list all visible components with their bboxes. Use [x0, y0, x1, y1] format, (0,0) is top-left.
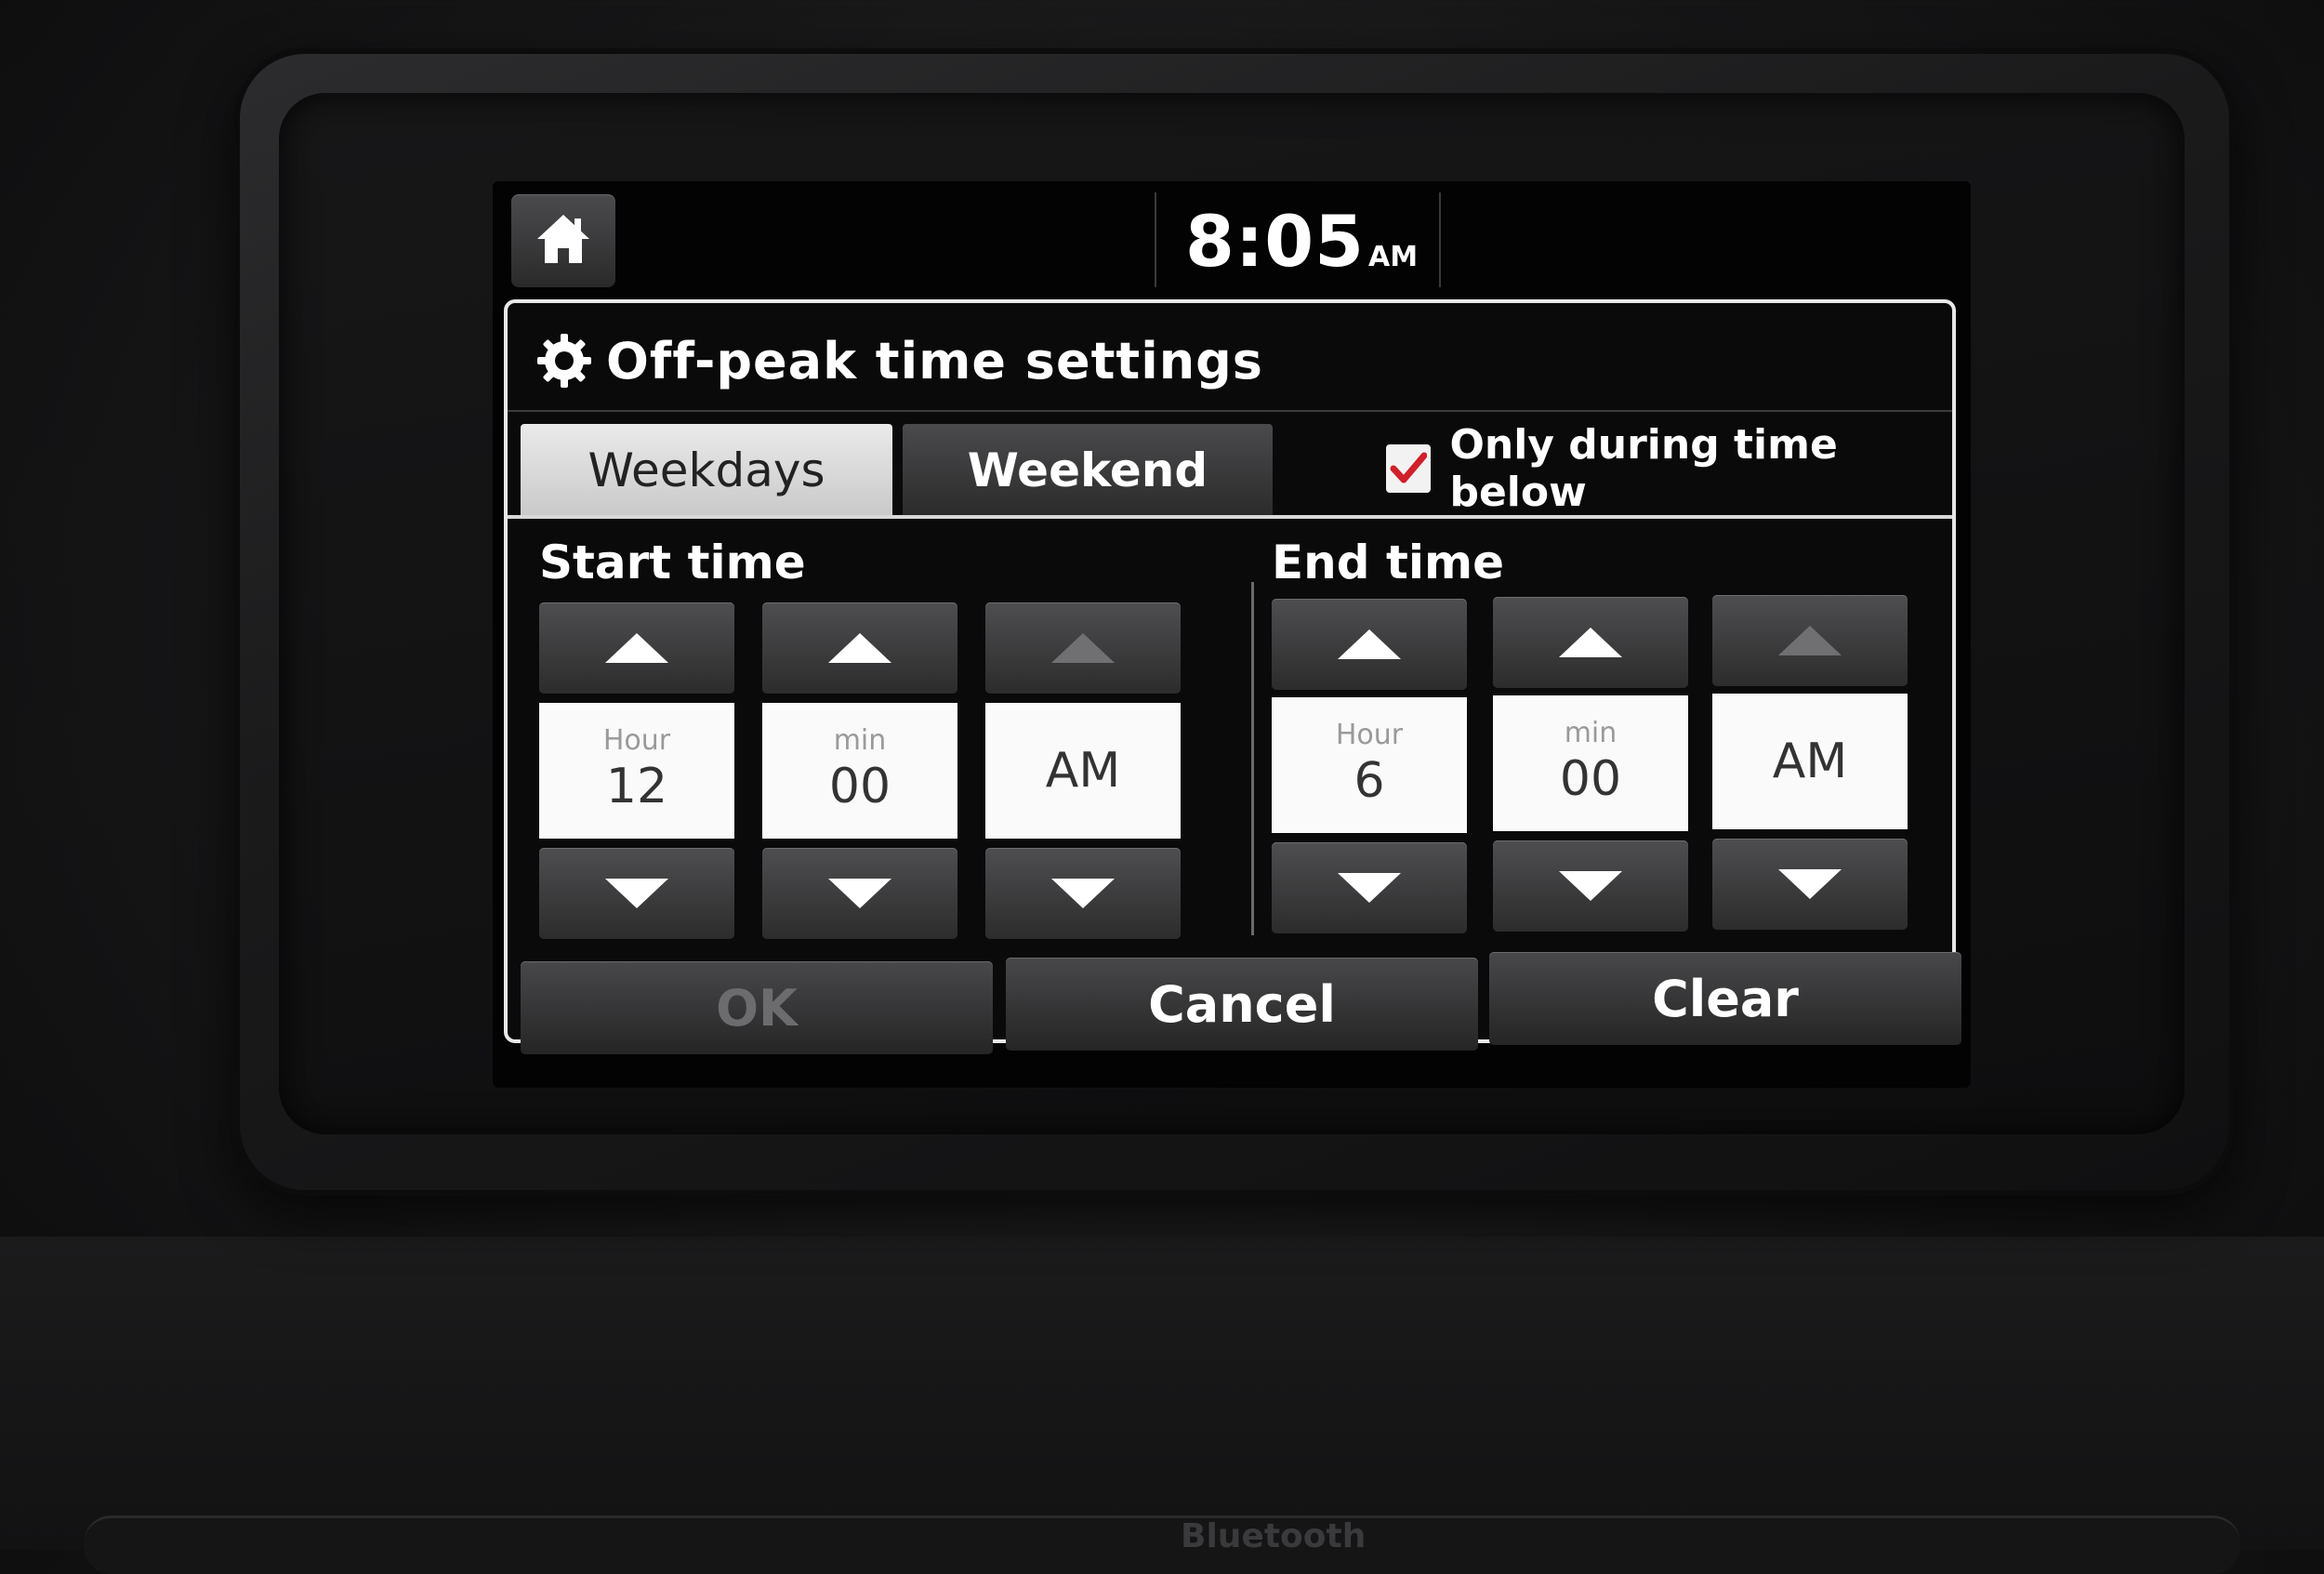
- start-min-caption: min: [833, 724, 887, 757]
- clear-button[interactable]: Clear: [1489, 952, 1961, 1045]
- dialog-title-text: Off-peak time settings: [606, 331, 1263, 390]
- arrow-up-icon: [1778, 626, 1842, 655]
- end-time-label: End time: [1272, 536, 1504, 589]
- start-min-value: 00: [828, 759, 891, 814]
- arrow-up-icon: [1338, 629, 1401, 659]
- arrow-up-icon: [1051, 633, 1115, 663]
- start-ampm-value: AM: [1045, 743, 1121, 799]
- start-ampm-down-button[interactable]: [985, 848, 1181, 939]
- arrow-up-icon: [1559, 628, 1622, 657]
- arrow-down-icon: [1778, 869, 1842, 899]
- only-during-checkbox-row[interactable]: Only during time below: [1386, 421, 1952, 516]
- end-ampm-up-button[interactable]: [1712, 595, 1908, 686]
- start-ampm-up-button[interactable]: [985, 602, 1181, 694]
- arrow-down-icon: [1338, 873, 1401, 903]
- gear-icon: [535, 332, 593, 390]
- dashboard-strip: [84, 1515, 2240, 1574]
- end-ampm-down-button[interactable]: [1712, 839, 1908, 930]
- end-min-down-button[interactable]: [1493, 840, 1688, 932]
- end-min-field[interactable]: min 00: [1493, 695, 1688, 831]
- end-min-caption: min: [1564, 717, 1618, 749]
- only-during-label: Only during time below: [1449, 421, 1838, 516]
- arrow-down-icon: [605, 879, 668, 908]
- start-ampm-field[interactable]: AM: [985, 703, 1181, 839]
- end-ampm-value: AM: [1772, 734, 1848, 789]
- arrow-up-icon: [605, 633, 668, 663]
- arrow-down-icon: [1559, 871, 1622, 901]
- tab-weekend[interactable]: Weekend: [903, 424, 1273, 517]
- home-button[interactable]: [511, 194, 615, 287]
- checkmark-icon: [1390, 452, 1428, 483]
- end-hour-down-button[interactable]: [1272, 842, 1467, 933]
- ok-button[interactable]: OK: [521, 961, 993, 1054]
- arrow-up-icon: [828, 633, 891, 663]
- start-min-up-button[interactable]: [762, 602, 957, 694]
- end-hour-value: 6: [1353, 753, 1385, 809]
- clock-time: 8:05: [1184, 200, 1365, 283]
- end-hour-caption: Hour: [1335, 719, 1404, 751]
- column-divider: [1251, 582, 1254, 935]
- end-hour-up-button[interactable]: [1272, 599, 1467, 690]
- start-hour-value: 12: [605, 759, 668, 814]
- dashboard-lower-panel: [0, 1237, 2324, 1550]
- title-divider: [508, 410, 1952, 412]
- end-ampm-field[interactable]: AM: [1712, 694, 1908, 829]
- arrow-down-icon: [1051, 879, 1115, 908]
- start-hour-up-button[interactable]: [539, 602, 734, 694]
- home-icon: [535, 213, 591, 269]
- arrow-down-icon: [828, 879, 891, 908]
- end-hour-field[interactable]: Hour 6: [1272, 697, 1467, 833]
- start-hour-field[interactable]: Hour 12: [539, 703, 734, 839]
- touchscreen: 8:05 AM Off-peak time settings Weekdays …: [493, 181, 1971, 1088]
- end-min-up-button[interactable]: [1493, 597, 1688, 688]
- off-peak-settings-dialog: Off-peak time settings Weekdays Weekend …: [504, 299, 1961, 1054]
- start-time-label: Start time: [539, 536, 806, 589]
- tab-weekdays[interactable]: Weekdays: [521, 424, 892, 517]
- dialog-title: Off-peak time settings: [535, 324, 1263, 398]
- start-hour-down-button[interactable]: [539, 848, 734, 939]
- start-min-down-button[interactable]: [762, 848, 957, 939]
- cancel-button[interactable]: Cancel: [1006, 958, 1478, 1051]
- end-min-value: 00: [1559, 751, 1622, 807]
- start-hour-caption: Hour: [602, 724, 671, 757]
- only-during-checkbox[interactable]: [1386, 444, 1432, 493]
- clock-ampm: AM: [1367, 241, 1419, 273]
- start-min-field[interactable]: min 00: [762, 703, 957, 839]
- clock: 8:05 AM: [1143, 200, 1459, 284]
